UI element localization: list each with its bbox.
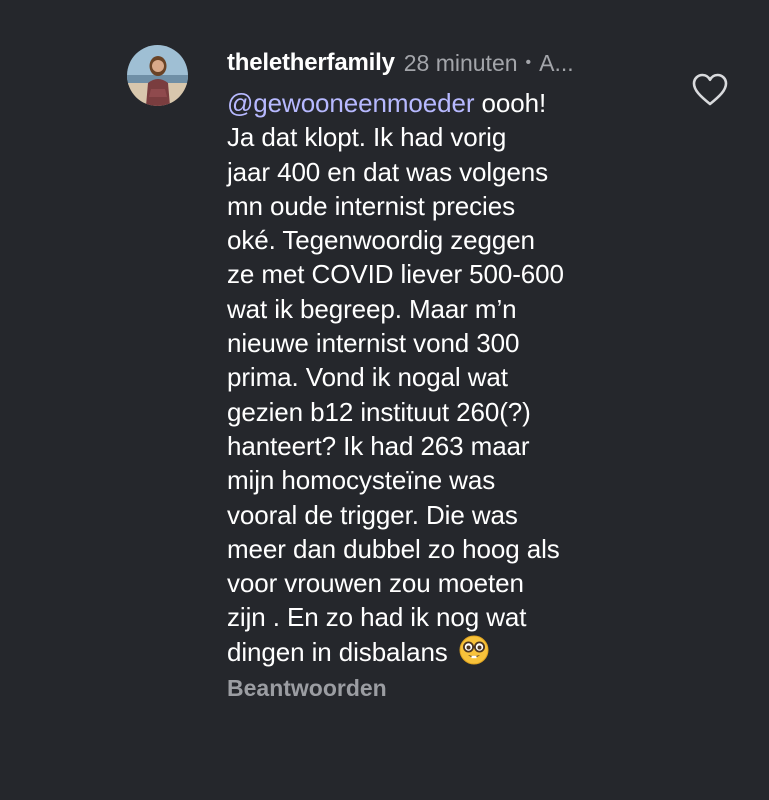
truncated-meta[interactable]: A... [539,50,574,77]
like-button[interactable] [691,72,729,108]
nerd-face-icon [459,635,489,665]
reply-button[interactable]: Beantwoorden [227,675,387,702]
comment-text: @gewooneenmoeder oooh! Ja dat klopt. Ik … [227,86,657,669]
timestamp: 28 minuten [403,49,518,76]
separator-dot: • [525,54,532,71]
comment-body: theletherfamily 28 minuten • A... @gewoo… [227,44,687,702]
comment-meta: theletherfamily 28 minuten • A... [227,44,687,82]
username[interactable]: theletherfamily [227,49,395,77]
heart-outline-icon [692,73,728,106]
mention-link[interactable]: @gewooneenmoeder [227,88,475,118]
comment-message: oooh! Ja dat klopt. Ik had vorig jaar 40… [227,88,564,667]
avatar-image [127,45,188,106]
comment: theletherfamily 28 minuten • A... @gewoo… [0,0,769,800]
avatar[interactable] [127,45,188,106]
